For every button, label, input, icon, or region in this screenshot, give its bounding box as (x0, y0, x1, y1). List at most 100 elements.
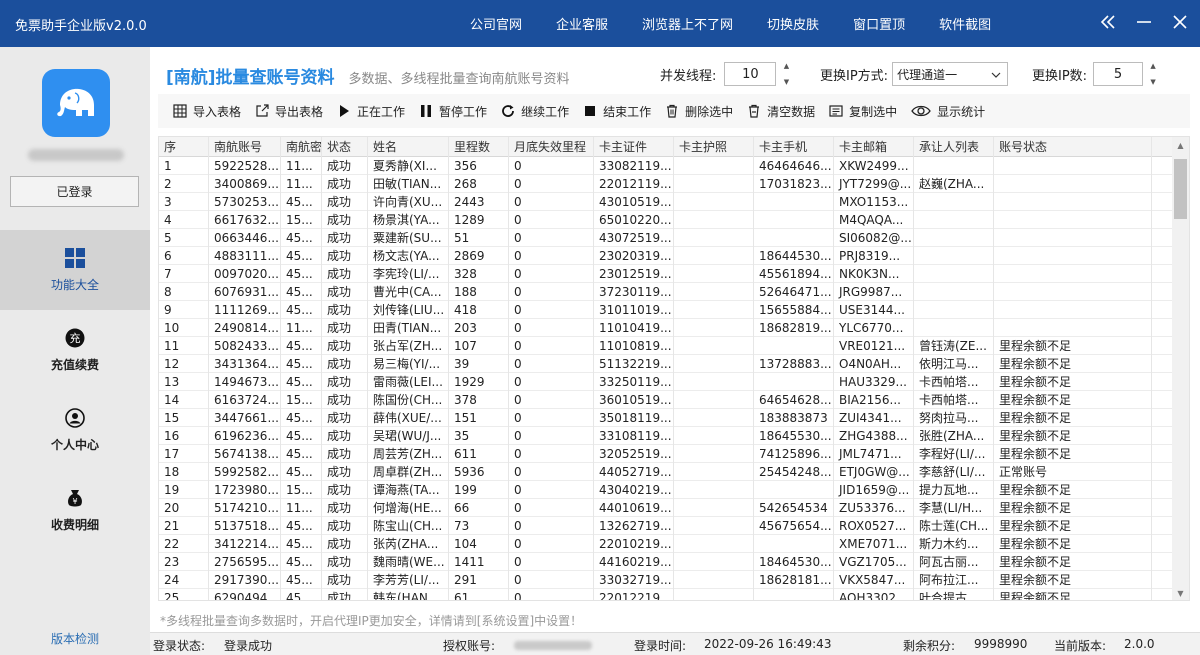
table-cell-transferees: 依明江马... (914, 355, 994, 373)
table-cell-email: ETJ0GW@... (834, 463, 914, 481)
table-row[interactable]: 24 2917390... 45... 成功 李芳芳(LI/... 291 0 3303271… (159, 571, 1174, 589)
table-cell-name: 田青(TIAN... (368, 319, 449, 337)
table-cell-account: 5674138... (209, 445, 281, 463)
toolbar-label: 显示统计 (937, 104, 986, 119)
sidebar-item-billing-details[interactable]: ¥ 收费明细 (0, 470, 150, 550)
ip-count-spinner[interactable]: ▲ ▼ (1147, 62, 1159, 86)
table-cell-passport (674, 445, 754, 463)
table-cell-id: 22012219... (594, 589, 674, 600)
table-cell-email: O4N0AH... (834, 355, 914, 373)
column-header-col-account[interactable]: 南航账号 (209, 137, 281, 157)
spin-down-icon[interactable]: ▼ (1150, 78, 1155, 86)
topnav-customer-service[interactable]: 企业客服 (556, 14, 608, 33)
column-header-col-password[interactable]: 南航密 (281, 137, 322, 157)
table-row[interactable]: 14 6163724... 15... 成功 陈国份(CH... 378 0 36010519… (159, 391, 1174, 409)
show-stats-button[interactable]: 显示统计 (911, 103, 985, 120)
table-row[interactable]: 6 4883111... 45... 成功 杨文志(YA... 2869 0 23020319… (159, 247, 1174, 265)
delete-selected-button[interactable]: 删除选中 (665, 103, 733, 120)
table-cell-expiring-mileage: 0 (509, 553, 594, 571)
topnav-switch-skin[interactable]: 切换皮肤 (767, 14, 819, 33)
column-header-col-passport[interactable]: 卡主护照 (674, 137, 754, 157)
table-row[interactable]: 13 1494673... 45... 成功 雷雨薇(LEI... 1929 0 332501… (159, 373, 1174, 391)
table-cell-expiring-mileage: 0 (509, 355, 594, 373)
column-header-col-status[interactable]: 状态 (322, 137, 368, 157)
table-cell-passport (674, 427, 754, 445)
table-row[interactable]: 3 5730253... 45... 成功 许向青(XU... 2443 0 43010519… (159, 193, 1174, 211)
table-row[interactable]: 23 2756595... 45... 成功 魏雨晴(WE... 1411 0 4416021… (159, 553, 1174, 571)
column-header-col-expiring-mileage[interactable]: 月底失效里程 (509, 137, 594, 157)
topnav-official-site[interactable]: 公司官网 (470, 14, 522, 33)
table-cell-status: 成功 (322, 211, 368, 229)
spin-down-icon[interactable]: ▼ (784, 78, 789, 86)
table-cell-mileage: 104 (449, 535, 509, 553)
threads-input[interactable]: 10 (724, 62, 777, 86)
table-row[interactable]: 16 6196236... 45... 成功 吴珺(WU/J... 35 0 33108119… (159, 427, 1174, 445)
login-status-value: 登录成功 (224, 639, 273, 653)
column-header-col-email[interactable]: 卡主邮箱 (834, 137, 914, 157)
sidebar-item-recharge[interactable]: 充 充值续费 (0, 310, 150, 390)
minimize-icon[interactable] (1128, 14, 1160, 33)
table-row[interactable]: 25 6290494... 45... 成功 韩东(HAN... 61 0 22012219.… (159, 589, 1174, 600)
table-row[interactable]: 9 1111269... 45... 成功 刘传锋(LIU... 418 0 31011019… (159, 301, 1174, 319)
topnav-screenshot[interactable]: 软件截图 (939, 14, 991, 33)
column-header-col-mileage[interactable]: 里程数 (449, 137, 509, 157)
column-header-col-transferees[interactable]: 承让人列表 (914, 137, 994, 157)
table-cell-email: VRE0121... (834, 337, 914, 355)
table-cell-mileage: 1411 (449, 553, 509, 571)
table-row[interactable]: 10 2490814... 11... 成功 田青(TIAN... 203 0 1101041… (159, 319, 1174, 337)
table-row[interactable]: 12 3431364... 45... 成功 易三梅(YI/... 39 0 51132219… (159, 355, 1174, 373)
sidebar-item-personal-center[interactable]: 个人中心 (0, 390, 150, 470)
table-row[interactable]: 15 3447661... 45... 成功 薛伟(XUE/... 151 0 3501811… (159, 409, 1174, 427)
import-table-button[interactable]: 导入表格 (173, 103, 241, 120)
start-work-button[interactable]: 正在工作 (337, 103, 405, 120)
table-cell-expiring-mileage: 0 (509, 283, 594, 301)
clear-data-button[interactable]: 清空数据 (747, 103, 815, 120)
collapse-icon[interactable] (1092, 14, 1124, 33)
vertical-scrollbar[interactable]: ▲ ▼ (1172, 137, 1189, 600)
column-header-col-name[interactable]: 姓名 (368, 137, 449, 157)
table-row[interactable]: 18 5992582... 45... 成功 周卓群(ZH... 5936 0 4405271… (159, 463, 1174, 481)
export-table-button[interactable]: 导出表格 (255, 103, 323, 120)
ip-mode-select[interactable]: 代理通道一 (892, 62, 1009, 86)
table-cell-name: 周卓群(ZH... (368, 463, 449, 481)
logged-in-button[interactable]: 已登录 (10, 176, 139, 207)
ip-count-input[interactable]: 5 (1093, 62, 1144, 86)
topnav-browser-offline[interactable]: 浏览器上不了网 (642, 14, 733, 33)
table-row[interactable]: 4 6617632... 15... 成功 杨景淇(YA... 1289 0 65010220… (159, 211, 1174, 229)
column-header-col-seq[interactable]: 序 (159, 137, 209, 157)
table-row[interactable]: 1 5922528... 11... 成功 夏秀静(XI... 356 0 33082119.… (159, 157, 1174, 175)
column-header-col-id[interactable]: 卡主证件 (594, 137, 674, 157)
table-row[interactable]: 7 0097020... 45... 成功 李宪玲(LI/... 328 0 23012519… (159, 265, 1174, 283)
scroll-down-icon[interactable]: ▼ (1172, 589, 1189, 598)
table-row[interactable]: 2 3400869... 11... 成功 田敏(TIAN... 268 0 22012119… (159, 175, 1174, 193)
column-header-col-account-status[interactable]: 账号状态 (994, 137, 1152, 157)
spin-up-icon[interactable]: ▲ (784, 62, 789, 70)
table-row[interactable]: 5 0663446... 45... 成功 粟建新(SU... 51 0 43072519..… (159, 229, 1174, 247)
table-row[interactable]: 8 6076931... 45... 成功 曹光中(CA... 188 0 37230119.… (159, 283, 1174, 301)
stop-work-button[interactable]: 结束工作 (583, 103, 651, 120)
table-cell-id: 33082119... (594, 157, 674, 175)
close-icon[interactable] (1164, 14, 1196, 33)
topnav-pin-window[interactable]: 窗口置顶 (853, 14, 905, 33)
column-header-col-phone[interactable]: 卡主手机 (754, 137, 834, 157)
toolbar-label: 导出表格 (275, 104, 324, 119)
scrollbar-thumb[interactable] (1174, 159, 1187, 219)
table-row[interactable]: 17 5674138... 45... 成功 周芸芳(ZH... 611 0 32052519… (159, 445, 1174, 463)
scroll-up-icon[interactable]: ▲ (1172, 141, 1189, 150)
table-row[interactable]: 19 1723980... 15... 成功 谭海燕(TA... 199 0 43040219… (159, 481, 1174, 499)
sidebar-item-features[interactable]: 功能大全 (0, 230, 150, 310)
table-cell-mileage: 66 (449, 499, 509, 517)
copy-selected-button[interactable]: 复制选中 (829, 103, 897, 120)
recharge-icon: 充 (64, 327, 86, 349)
resume-work-button[interactable]: 继续工作 (501, 103, 569, 120)
table-row[interactable]: 11 5082433... 45... 成功 张占军(ZH... 107 0 11010819… (159, 337, 1174, 355)
table-cell-mileage: 356 (449, 157, 509, 175)
table-row[interactable]: 20 5174210... 11... 成功 何增海(HE... 66 0 44010619.… (159, 499, 1174, 517)
table-row[interactable]: 22 3412214... 45... 成功 张芮(ZHA... 104 0 22010219… (159, 535, 1174, 553)
table-cell-seq: 21 (159, 517, 209, 535)
pause-work-button[interactable]: 暂停工作 (419, 103, 487, 120)
spin-up-icon[interactable]: ▲ (1150, 62, 1155, 70)
version-check-link[interactable]: 版本检测 (0, 630, 150, 647)
threads-spinner[interactable]: ▲ ▼ (780, 62, 792, 86)
table-row[interactable]: 21 5137518... 45... 成功 陈宝山(CH... 73 0 13262719.… (159, 517, 1174, 535)
